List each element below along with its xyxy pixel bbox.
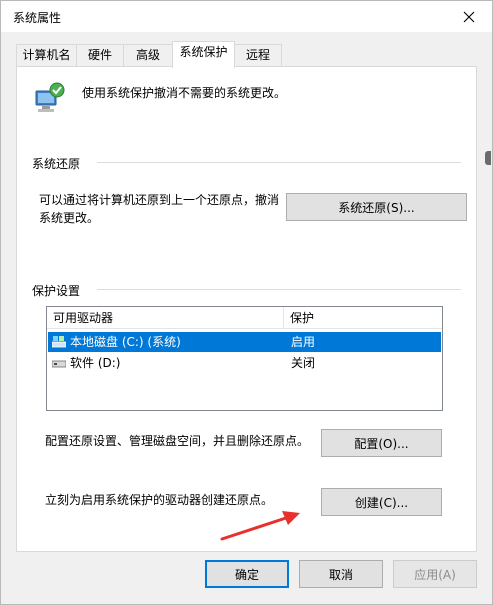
tab-label: 高级 <box>135 48 160 62</box>
dialog-button-bar: 确定 取消 应用(A) <box>1 553 492 605</box>
ok-button-label: 确定 <box>234 567 259 582</box>
drive-icon <box>52 360 66 368</box>
tab-label: 硬件 <box>87 48 112 62</box>
system-restore-button[interactable]: 系统还原(S)... <box>286 193 467 221</box>
system-restore-group-label: 系统还原 <box>32 157 81 171</box>
tab-system-protection[interactable]: 系统保护 <box>172 41 235 68</box>
window-title: 系统属性 <box>13 11 62 25</box>
configure-button-label: 配置(O)... <box>354 436 409 451</box>
protection-status: 启用 <box>291 335 316 349</box>
title-bar: 系统属性 <box>1 1 492 32</box>
background-window-edge-right <box>485 151 491 165</box>
apply-button-label: 应用(A) <box>414 567 456 582</box>
tab-advanced[interactable]: 高级 <box>123 44 173 67</box>
tab-computer-name[interactable]: 计算机名 <box>16 44 77 67</box>
tab-remote[interactable]: 远程 <box>234 44 282 67</box>
system-restore-text: 可以通过将计算机还原到上一个还原点，撤消系统更改。 <box>39 193 280 225</box>
close-button[interactable] <box>446 1 492 32</box>
protection-status: 关闭 <box>291 356 316 370</box>
close-icon <box>463 11 475 22</box>
cancel-button[interactable]: 取消 <box>299 560 383 588</box>
system-restore-button-label: 系统还原(S)... <box>338 200 415 215</box>
system-protection-icon <box>35 82 65 112</box>
drive-name: 本地磁盘 (C:) (系统) <box>70 335 181 349</box>
drives-list[interactable]: 可用驱动器 保护 本地磁盘 (C:) (系统) 启用 软件 (D:) 关闭 <box>46 306 443 411</box>
column-header-protection[interactable]: 保护 <box>284 307 442 329</box>
column-header-drive[interactable]: 可用驱动器 <box>47 307 283 329</box>
apply-button[interactable]: 应用(A) <box>393 560 477 588</box>
header-description: 使用系统保护撤消不需要的系统更改。 <box>82 86 287 100</box>
group-divider <box>97 162 461 163</box>
tab-label: 远程 <box>245 48 270 62</box>
system-drive-icon <box>52 336 66 348</box>
tab-label: 计算机名 <box>22 48 71 62</box>
background-window-edge <box>1 85 5 97</box>
list-item[interactable]: 本地磁盘 (C:) (系统) 启用 <box>48 332 441 352</box>
annotation-arrow-icon <box>220 511 300 541</box>
list-item[interactable]: 软件 (D:) 关闭 <box>48 353 441 373</box>
ok-button[interactable]: 确定 <box>205 560 289 588</box>
tab-hardware[interactable]: 硬件 <box>76 44 124 67</box>
protection-settings-group-label: 保护设置 <box>32 284 81 298</box>
tab-label: 系统保护 <box>179 45 228 59</box>
configure-text: 配置还原设置、管理磁盘空间，并且删除还原点。 <box>45 434 310 448</box>
create-button-label: 创建(C)... <box>354 495 409 510</box>
create-button[interactable]: 创建(C)... <box>321 488 442 516</box>
system-properties-window: 系统属性 计算机名 硬件 高级 系统保护 远程 使用系统保护撤消不需要的系统更改… <box>0 0 493 605</box>
cancel-button-label: 取消 <box>328 567 353 582</box>
drive-name: 软件 (D:) <box>70 356 121 370</box>
list-header: 可用驱动器 保护 <box>47 307 442 329</box>
configure-button[interactable]: 配置(O)... <box>321 429 442 457</box>
group-divider <box>97 289 461 290</box>
